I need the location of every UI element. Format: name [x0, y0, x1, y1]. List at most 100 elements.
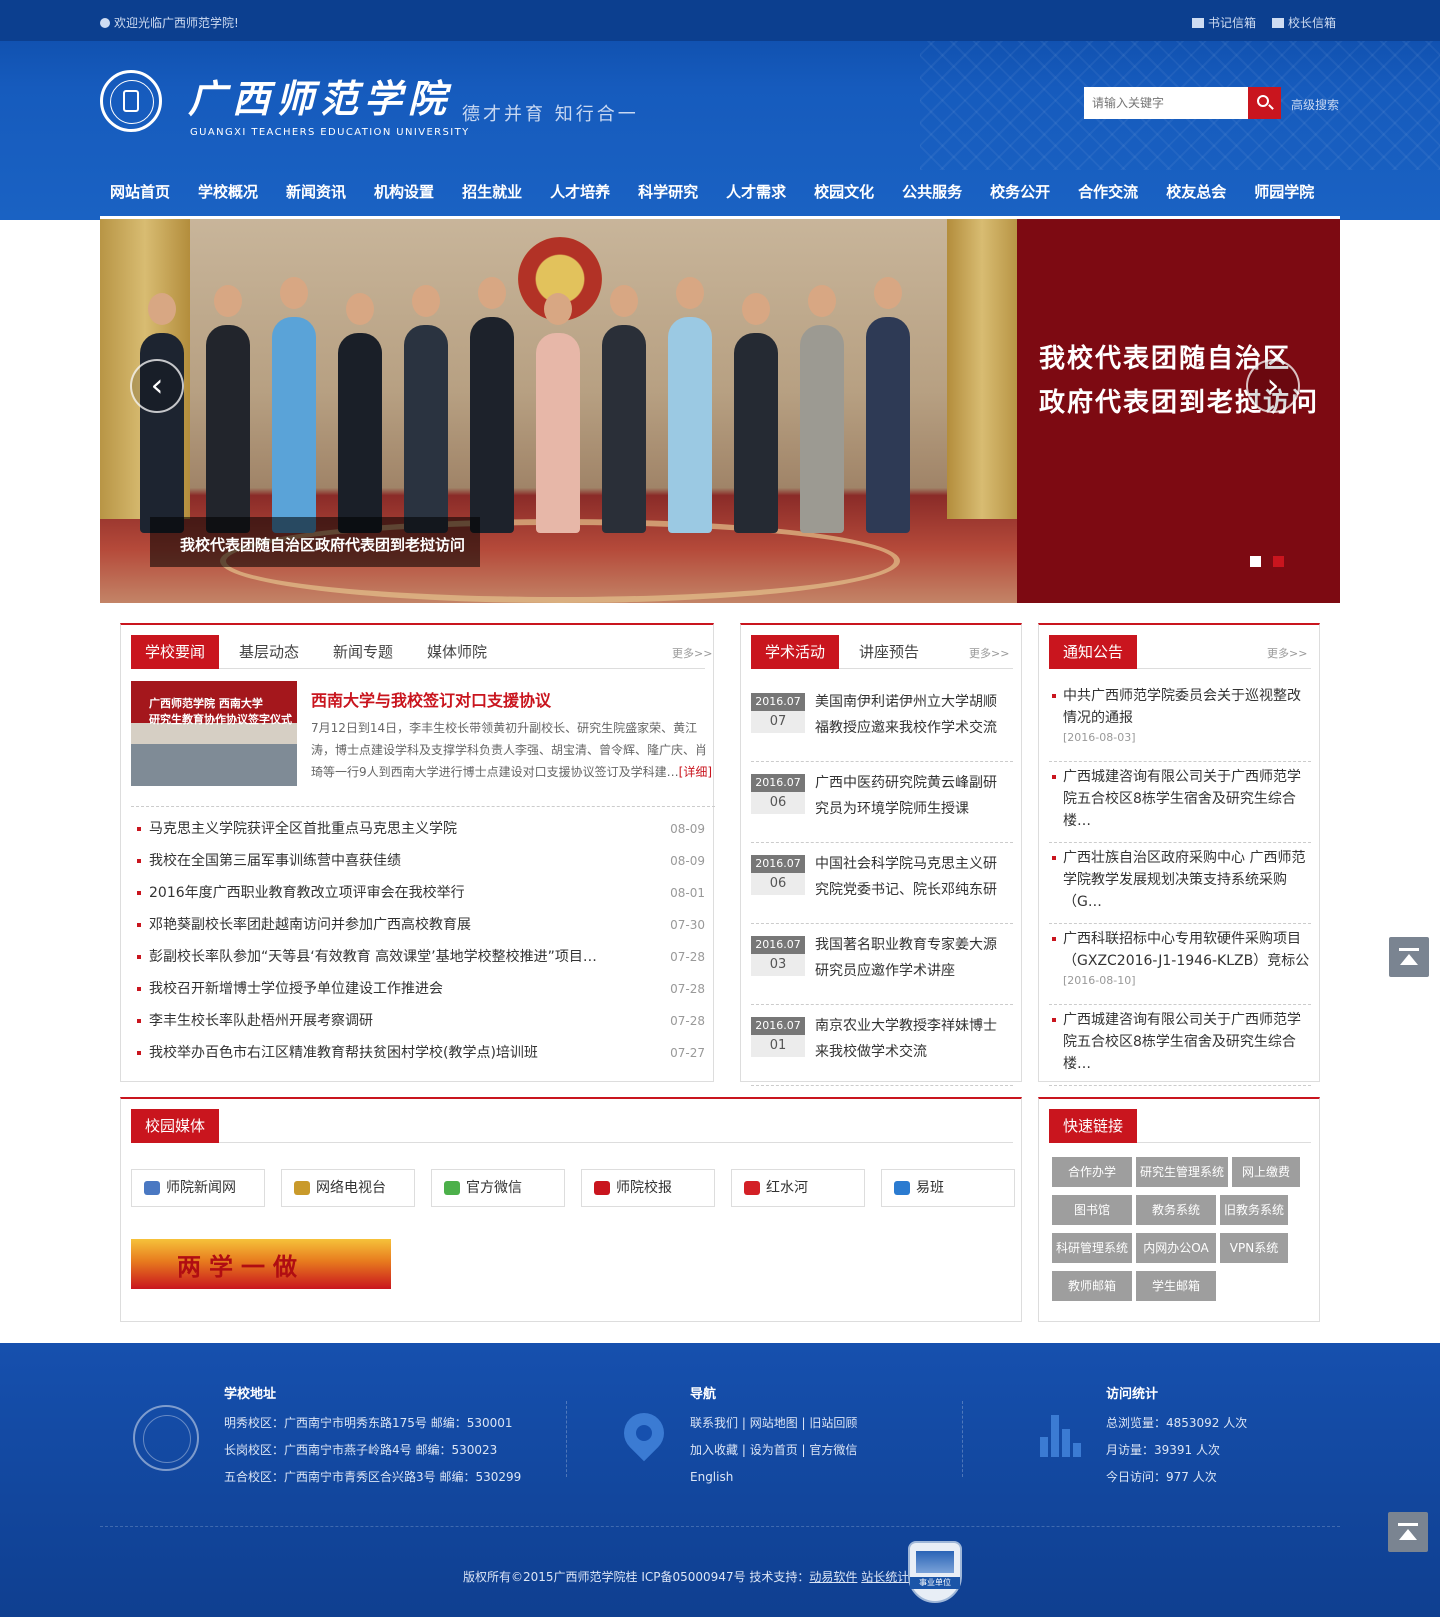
academic-item[interactable]: 2016.07 07 美国南伊利诺伊州立大学胡顺福教授应邀来我校作学术交流: [751, 681, 1013, 762]
notice-item[interactable]: 广西城建咨询有限公司关于广西师范学院五合校区8栋学生宿舍及研究生综合楼…: [1049, 762, 1311, 843]
quick-link-0[interactable]: 合作办学: [1052, 1157, 1132, 1187]
news-item[interactable]: 李丰生校长率队赴梧州开展考察调研 07-28: [131, 1005, 715, 1037]
featured-detail-link[interactable]: [详细]: [679, 765, 712, 779]
news-item-title[interactable]: 我校举办百色市右江区精准教育帮扶贫困村学校(教学点)培训班: [149, 1037, 639, 1069]
notice-item-title[interactable]: 中共广西师范学院委员会关于巡视整改情况的通报: [1063, 681, 1311, 729]
footer-nav-link[interactable]: 旧站回顾: [809, 1416, 857, 1430]
academic-item-title[interactable]: 南京农业大学教授李祥妹博士来我校做学术交流: [815, 1013, 1007, 1065]
notice-item-title[interactable]: 广西壮族自治区政府采购中心 广西师范学院教学发展规划决策支持系统采购（G…: [1063, 843, 1311, 909]
president-mailbox-link[interactable]: 校长信箱: [1272, 14, 1336, 31]
nav-item-11[interactable]: 合作交流: [1068, 172, 1148, 212]
tab-quick-links-0[interactable]: 快速链接: [1049, 1109, 1138, 1143]
quick-link-1[interactable]: 研究生管理系统: [1136, 1157, 1228, 1187]
notice-item-title[interactable]: 广西城建咨询有限公司关于广西师范学院五合校区8栋学生宿舍及研究生综合楼…: [1063, 1005, 1311, 1071]
academic-item[interactable]: 2016.07 06 中国社会科学院马克思主义研究院党委书记、院长邓纯东研: [751, 843, 1013, 924]
quick-link-8[interactable]: VPN系统: [1220, 1233, 1288, 1263]
nav-item-1[interactable]: 学校概况: [188, 172, 268, 212]
news-item-title[interactable]: 彭副校长率队参加“天等县‘有效教育 高效课堂’基地学校整校推进”项目…: [149, 941, 639, 973]
tab-school-news-0[interactable]: 学校要闻: [131, 635, 220, 669]
quick-link-9[interactable]: 教师邮箱: [1052, 1271, 1132, 1301]
banner-prev-button[interactable]: ‹: [130, 359, 184, 413]
media-link-5[interactable]: 易班: [881, 1169, 1015, 1207]
tab-notices-0[interactable]: 通知公告: [1049, 635, 1138, 669]
nav-item-3[interactable]: 机构设置: [364, 172, 444, 212]
news-item-title[interactable]: 2016年度广西职业教育教改立项评审会在我校举行: [149, 877, 639, 909]
footer-nav-link[interactable]: 网站地图: [750, 1416, 798, 1430]
banner-next-button[interactable]: ›: [1246, 359, 1300, 413]
quick-link-6[interactable]: 科研管理系统: [1052, 1233, 1132, 1263]
quick-link-3[interactable]: 图书馆: [1052, 1195, 1132, 1225]
quick-link-10[interactable]: 学生邮箱: [1136, 1271, 1216, 1301]
search-button[interactable]: [1248, 87, 1281, 119]
quick-link-7[interactable]: 内网办公OA: [1136, 1233, 1216, 1263]
tab-academic-1[interactable]: 讲座预告: [845, 635, 933, 669]
news-item-title[interactable]: 李丰生校长率队赴梧州开展考察调研: [149, 1005, 639, 1037]
nav-item-12[interactable]: 校友总会: [1156, 172, 1236, 212]
slide-dot-1[interactable]: [1250, 556, 1261, 567]
tab-school-news-1[interactable]: 基层动态: [225, 635, 313, 669]
news-item-title[interactable]: 我校召开新增博士学位授予单位建设工作推进会: [149, 973, 639, 1005]
quick-link-2[interactable]: 网上缴费: [1232, 1157, 1300, 1187]
news-item[interactable]: 邓艳葵副校长率团赴越南访问并参加广西高校教育展 07-30: [131, 909, 715, 941]
academic-item[interactable]: 2016.07 03 我国著名职业教育专家姜大源研究员应邀作学术讲座: [751, 924, 1013, 1005]
notice-more-link[interactable]: 更多>>: [1267, 645, 1307, 661]
academic-item-title[interactable]: 中国社会科学院马克思主义研究院党委书记、院长邓纯东研: [815, 851, 1007, 903]
academic-item-title[interactable]: 美国南伊利诺伊州立大学胡顺福教授应邀来我校作学术交流: [815, 689, 1007, 741]
media-link-2[interactable]: 官方微信: [431, 1169, 565, 1207]
academic-item[interactable]: 2016.07 06 广西中医药研究院黄云峰副研究员为环境学院师生授课: [751, 762, 1013, 843]
banner-caption[interactable]: 我校代表团随自治区政府代表团到老挝访问: [180, 534, 465, 555]
featured-news-title[interactable]: 西南大学与我校签订对口支援协议: [311, 687, 551, 711]
footer-nav-link[interactable]: English: [690, 1470, 733, 1484]
nav-item-5[interactable]: 人才培养: [540, 172, 620, 212]
media-link-3[interactable]: 师院校报: [581, 1169, 715, 1207]
nav-item-8[interactable]: 校园文化: [804, 172, 884, 212]
nav-item-9[interactable]: 公共服务: [892, 172, 972, 212]
nav-item-13[interactable]: 师园学院: [1244, 172, 1324, 212]
news-item[interactable]: 我校召开新增博士学位授予单位建设工作推进会 07-28: [131, 973, 715, 1005]
nav-item-0[interactable]: 网站首页: [100, 172, 180, 212]
school-logo[interactable]: 广西师范学院 GUANGXI TEACHERS EDUCATION UNIVER…: [100, 68, 660, 146]
support-link-2[interactable]: 站长统计: [861, 1570, 909, 1584]
news-item[interactable]: 2016年度广西职业教育教改立项评审会在我校举行 08-01: [131, 877, 715, 909]
news-item[interactable]: 我校举办百色市右江区精准教育帮扶贫困村学校(教学点)培训班 07-27: [131, 1037, 715, 1069]
secretary-mailbox-link[interactable]: 书记信箱: [1192, 14, 1256, 31]
footer-nav-link[interactable]: 加入收藏: [690, 1443, 738, 1457]
media-link-4[interactable]: 红水河: [731, 1169, 865, 1207]
footer-nav-link[interactable]: 联系我们: [690, 1416, 738, 1430]
news-item-title[interactable]: 邓艳葵副校长率团赴越南访问并参加广西高校教育展: [149, 909, 639, 941]
advanced-search-link[interactable]: 高级搜索: [1291, 96, 1339, 113]
notice-item-title[interactable]: 广西城建咨询有限公司关于广西师范学院五合校区8栋学生宿舍及研究生综合楼…: [1063, 762, 1311, 828]
nav-item-7[interactable]: 人才需求: [716, 172, 796, 212]
support-link-1[interactable]: 动易软件: [809, 1570, 857, 1584]
notice-item[interactable]: 广西城建咨询有限公司关于广西师范学院五合校区8栋学生宿舍及研究生综合楼…: [1049, 1005, 1311, 1086]
news-item[interactable]: 马克思主义学院获评全区首批重点马克思主义学院 08-09: [131, 813, 715, 845]
tab-campus-media-0[interactable]: 校园媒体: [131, 1109, 220, 1143]
two-studies-banner[interactable]: 两学一做: [131, 1239, 391, 1289]
news-item[interactable]: 我校在全国第三届军事训练营中喜获佳绩 08-09: [131, 845, 715, 877]
news-item-title[interactable]: 马克思主义学院获评全区首批重点马克思主义学院: [149, 813, 639, 845]
academic-item-title[interactable]: 我国著名职业教育专家姜大源研究员应邀作学术讲座: [815, 932, 1007, 984]
news-more-link[interactable]: 更多>>: [672, 645, 712, 661]
nav-item-6[interactable]: 科学研究: [628, 172, 708, 212]
academic-item-title[interactable]: 广西中医药研究院黄云峰副研究员为环境学院师生授课: [815, 770, 1007, 822]
notice-item[interactable]: 广西科联招标中心专用软硬件采购项目（GXZC2016-J1-1946-KLZB）…: [1049, 924, 1311, 1005]
slide-dot-2[interactable]: [1273, 556, 1284, 567]
footer-nav-link[interactable]: 设为首页: [750, 1443, 798, 1457]
notice-item-title[interactable]: 广西科联招标中心专用软硬件采购项目（GXZC2016-J1-1946-KLZB）…: [1063, 924, 1311, 972]
quick-link-4[interactable]: 教务系统: [1136, 1195, 1216, 1225]
quick-link-5[interactable]: 旧教务系统: [1220, 1195, 1288, 1225]
news-item[interactable]: 彭副校长率队参加“天等县‘有效教育 高效课堂’基地学校整校推进”项目… 07-28: [131, 941, 715, 973]
media-link-1[interactable]: 网络电视台: [281, 1169, 415, 1207]
tab-school-news-3[interactable]: 媒体师院: [413, 635, 501, 669]
media-link-0[interactable]: 师院新闻网: [131, 1169, 265, 1207]
news-item-title[interactable]: 我校在全国第三届军事训练营中喜获佳绩: [149, 845, 639, 877]
footer-nav-link[interactable]: 官方微信: [809, 1443, 857, 1457]
tab-academic-0[interactable]: 学术活动: [751, 635, 840, 669]
academic-more-link[interactable]: 更多>>: [969, 645, 1009, 661]
back-to-top-button-footer[interactable]: [1388, 1512, 1428, 1552]
notice-item[interactable]: 中共广西师范学院委员会关于巡视整改情况的通报 [2016-08-03]: [1049, 681, 1311, 762]
notice-item[interactable]: 广西壮族自治区政府采购中心 广西师范学院教学发展规划决策支持系统采购（G…: [1049, 843, 1311, 924]
back-to-top-button[interactable]: [1389, 937, 1429, 977]
nav-item-4[interactable]: 招生就业: [452, 172, 532, 212]
nav-item-10[interactable]: 校务公开: [980, 172, 1060, 212]
